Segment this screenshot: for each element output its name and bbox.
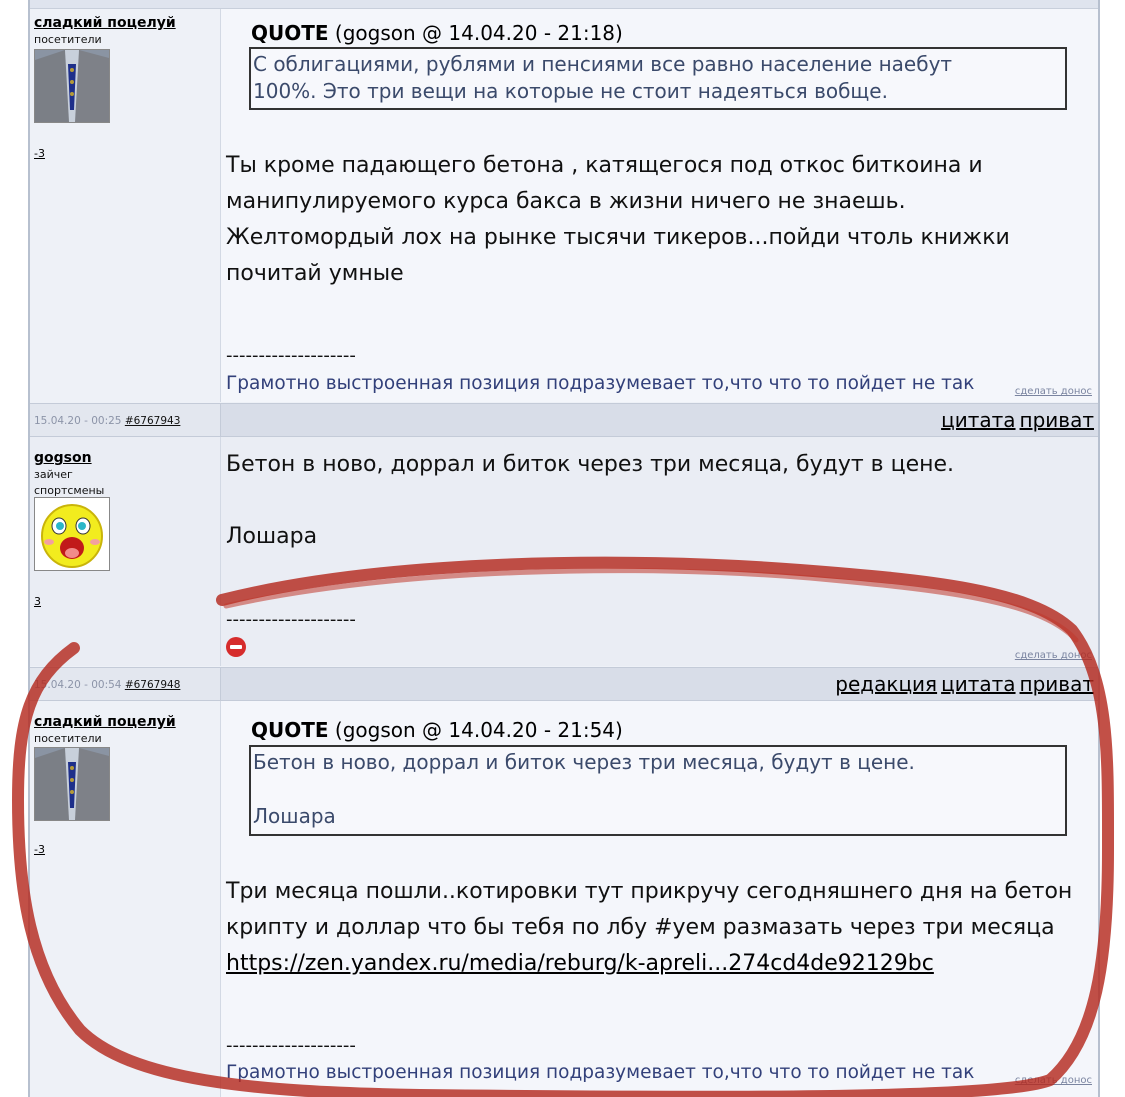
quote-header: QUOTE (gogson @ 14.04.20 - 21:54) [251, 718, 623, 742]
post-id-link[interactable]: #6767948 [125, 679, 181, 691]
report-link[interactable]: сделать донос [1015, 386, 1092, 397]
avatar [34, 497, 110, 571]
post-meta-cell: 15.04.20 - 00:54 #6767948 [30, 668, 221, 700]
post-actions: цитата приват [937, 408, 1094, 432]
reputation-link[interactable]: 3 [34, 595, 41, 608]
post-date: 15.04.20 - 00:25 [34, 415, 122, 427]
signature-separator: -------------------- [226, 1035, 356, 1056]
private-message-button[interactable]: приват [1020, 408, 1094, 432]
quote-button[interactable]: цитата [941, 408, 1015, 432]
post-text-line: манипулируемого курса бакса в жизни ниче… [226, 189, 906, 214]
post-text: Бетон в ново, доррал и биток через три м… [226, 447, 1056, 555]
post-date: 15.04.20 - 00:54 [34, 679, 122, 691]
report-link[interactable]: сделать донос [1015, 1075, 1092, 1086]
signature: Грамотно выстроенная позиция подразумева… [226, 373, 975, 394]
quote-label: QUOTE [251, 21, 329, 45]
signature: Грамотно выстроенная позиция подразумева… [226, 1062, 975, 1083]
avatar [34, 49, 110, 123]
post-text-line [226, 483, 1056, 519]
post-text-line: почитай умные [226, 261, 404, 286]
private-message-button[interactable]: приват [1020, 672, 1094, 696]
post-body: Бетон в ново, доррал и биток через три м… [221, 437, 1098, 666]
post-meta-cell: 15.04.20 - 00:25 #6767943 [30, 404, 221, 436]
quote-box: С облигациями, рублями и пенсиями все ра… [249, 47, 1067, 110]
quote-line: 100%. Это три вещи на которые не стоит н… [253, 79, 888, 103]
post-author-panel: gogson зайчег спортсмены 3 [30, 437, 221, 666]
post-3: сладкий поцелуй посетители -3 QUOTE (gog… [30, 701, 1098, 1097]
quote-button[interactable]: цитата [941, 672, 1015, 696]
post-text-line: крипту и доллар что бы тебя по лбу #уем … [226, 915, 1055, 940]
reputation-link[interactable]: -3 [34, 843, 45, 856]
signature-separator: -------------------- [226, 609, 356, 630]
post-text: Ты кроме падающего бетона , катящегося п… [226, 148, 1056, 292]
avatar [34, 747, 110, 821]
quote-box: Бетон в ново, доррал и биток через три м… [249, 745, 1067, 836]
forum-thread: сладкий поцелуй посетители -3 QUOTE (gog… [28, 0, 1100, 1097]
author-name[interactable]: сладкий поцелуй [34, 15, 176, 31]
author-name[interactable]: сладкий поцелуй [34, 714, 176, 730]
post-2: gogson зайчег спортсмены 3 Бетон в ново,… [30, 437, 1098, 666]
edit-button[interactable]: редакция [835, 672, 937, 696]
post-author-panel: сладкий поцелуй посетители -3 [30, 9, 221, 402]
post-text-line: Ты кроме падающего бетона , катящегося п… [226, 153, 983, 178]
post-footer-bar: 15.04.20 - 00:25 #6767943 цитата приват [30, 403, 1098, 437]
post-actions: редакция цитата приват [831, 672, 1094, 696]
post-text-line: Три месяца пошли..котировки тут прикручу… [226, 879, 1073, 904]
post-meta: 15.04.20 - 00:25 #6767943 [34, 415, 180, 427]
quote-line: С облигациями, рублями и пенсиями все ра… [253, 52, 953, 76]
post-footer-bar: 15.04.20 - 00:54 #6767948 редакция цитата… [30, 667, 1098, 701]
author-group: посетители [34, 732, 102, 745]
quote-label: QUOTE [251, 718, 329, 742]
post-body: QUOTE (gogson @ 14.04.20 - 21:54) Бетон … [221, 701, 1098, 1097]
no-entry-icon [226, 637, 246, 657]
quote-meta: (gogson @ 14.04.20 - 21:54) [334, 718, 623, 742]
post-id-link[interactable]: #6767943 [125, 415, 181, 427]
signature-separator: -------------------- [226, 345, 356, 366]
post-body: QUOTE (gogson @ 14.04.20 - 21:18) С обли… [221, 9, 1098, 402]
post-text-line: Бетон в ново, доррал и биток через три м… [226, 452, 955, 477]
quote-line: Лошара [253, 804, 336, 828]
reputation-link[interactable]: -3 [34, 147, 45, 160]
author-name[interactable]: gogson [34, 450, 92, 466]
author-group: спортсмены [34, 484, 105, 497]
post-text-line: Желтомордый лох на рынке тысячи тикеров.… [226, 225, 1010, 250]
post-text-line: Лошара [226, 524, 318, 549]
author-group: посетители [34, 33, 102, 46]
post-1: сладкий поцелуй посетители -3 QUOTE (gog… [30, 9, 1098, 402]
quote-line: Бетон в ново, доррал и биток через три м… [253, 750, 915, 774]
external-link[interactable]: https://zen.yandex.ru/media/reburg/k-apr… [226, 946, 1086, 982]
report-link[interactable]: сделать донос [1015, 650, 1092, 661]
post-meta: 15.04.20 - 00:54 #6767948 [34, 679, 180, 691]
quote-header: QUOTE (gogson @ 14.04.20 - 21:18) [251, 21, 623, 45]
post-author-panel: сладкий поцелуй посетители -3 [30, 701, 221, 1097]
top-divider [30, 0, 1098, 9]
quote-line [253, 776, 1063, 803]
post-text: Три месяца пошли..котировки тут прикручу… [226, 874, 1086, 982]
author-group: зайчег [34, 468, 73, 481]
quote-meta: (gogson @ 14.04.20 - 21:18) [334, 21, 623, 45]
